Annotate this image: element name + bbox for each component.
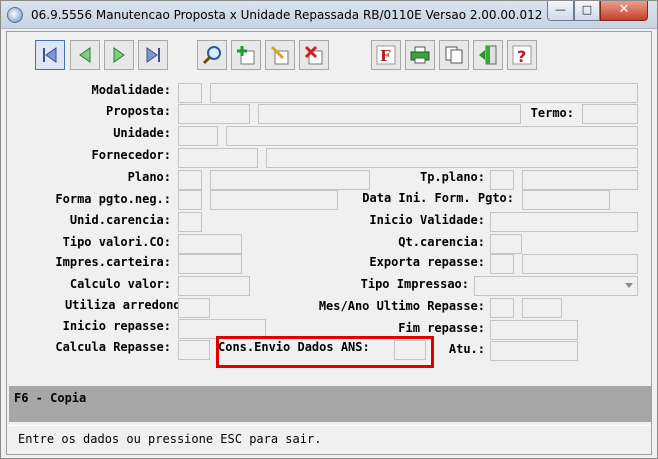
data-ini-form-pgto-field[interactable] (522, 190, 610, 210)
function-button[interactable]: F (371, 40, 401, 70)
mes-ano-ultimo-repasse-label: Mes/Ano Ultimo Repasse: (318, 299, 485, 313)
form-panel: F ? Modalidade: Proposta: Termo: Unidade… (6, 31, 652, 455)
edit-button[interactable] (265, 40, 295, 70)
ano-ultimo-repasse-field[interactable] (522, 298, 562, 318)
utiliza-arredond-field[interactable] (178, 298, 210, 318)
tipo-valori-co-field[interactable] (178, 234, 242, 254)
next-record-icon (113, 47, 125, 63)
tipo-impressao-select[interactable] (474, 276, 638, 296)
proposta-label: Proposta: (105, 104, 171, 118)
modalidade-label: Modalidade: (91, 83, 171, 97)
calcula-repasse-field[interactable] (178, 340, 210, 360)
exit-button[interactable] (473, 40, 503, 70)
fim-repasse-label: Fim repasse: (398, 321, 485, 335)
fornecedor-description-field (266, 148, 638, 168)
data-ini-form-pgto-label: Data Ini. Form. Pgto: (362, 191, 514, 205)
forma-pgto-description-field (210, 190, 338, 210)
impres-carteira-field[interactable] (178, 254, 242, 274)
window-title: 06.9.5556 Manutencao Proposta x Unidade … (31, 8, 620, 22)
qt-carencia-field[interactable] (490, 234, 522, 254)
forma-pgto-label: Forma pgto.neg.: (55, 192, 171, 206)
inicio-repasse-label: Inicio repasse: (62, 319, 171, 333)
title-bar[interactable]: 06.9.5556 Manutencao Proposta x Unidade … (1, 1, 657, 29)
copy-button[interactable] (439, 40, 469, 70)
qt-carencia-label: Qt.carencia: (398, 235, 485, 249)
edit-icon (270, 45, 289, 65)
first-record-button[interactable] (35, 40, 65, 70)
plano-description-field (210, 170, 370, 190)
delete-icon (304, 45, 323, 65)
utiliza-arredond-label: Utiliza arredond.: (64, 298, 195, 312)
plano-code-field[interactable] (178, 170, 202, 190)
add-icon (237, 46, 255, 65)
print-button[interactable] (405, 40, 435, 70)
search-icon (202, 46, 221, 65)
inicio-validade-field[interactable] (490, 212, 638, 232)
atu-field[interactable] (490, 341, 578, 361)
highlight-box (216, 336, 434, 368)
last-record-button[interactable] (138, 40, 168, 70)
tipo-impressao-label: Tipo Impressao: (360, 277, 469, 291)
fim-repasse-field[interactable] (490, 320, 578, 340)
unidade-description-field (226, 126, 638, 146)
status-bar: Entre os dados ou pressione ESC para sai… (9, 425, 651, 451)
unidade-code-field[interactable] (178, 126, 218, 146)
application-window: 06.9.5556 Manutencao Proposta x Unidade … (0, 0, 658, 459)
copy-icon (445, 46, 463, 64)
exporta-repasse-code-field[interactable] (490, 254, 514, 274)
calculo-valor-field[interactable] (178, 276, 250, 296)
forma-pgto-code-field[interactable] (178, 190, 202, 210)
function-key-hint: F6 - Copia (14, 391, 87, 405)
close-button[interactable]: ✕ (600, 1, 648, 21)
status-message: Entre os dados ou pressione ESC para sai… (18, 432, 322, 446)
previous-record-button[interactable] (70, 40, 100, 70)
minimize-button[interactable]: — (547, 1, 574, 21)
exporta-repasse-description-field (522, 254, 638, 274)
calcula-repasse-label: Calcula Repasse: (55, 340, 171, 354)
proposta-description-field (258, 104, 521, 124)
first-record-icon (43, 47, 57, 63)
tipo-valori-co-label: Tipo valori.CO: (62, 235, 171, 249)
last-record-icon (146, 47, 160, 63)
next-record-button[interactable] (104, 40, 134, 70)
maximize-button[interactable]: □ (574, 1, 600, 21)
inicio-validade-label: Inicio Validade: (369, 213, 485, 227)
atu-label: Atu.: (448, 342, 485, 356)
add-button[interactable] (231, 40, 261, 70)
impres-carteira-label: Impres.carteira: (55, 255, 171, 269)
proposta-field[interactable] (178, 104, 250, 124)
mes-ultimo-repasse-field[interactable] (490, 298, 514, 318)
print-icon (410, 46, 430, 64)
unidade-label: Unidade: (113, 126, 171, 140)
function-icon: F (376, 45, 396, 65)
tp-plano-label: Tp.plano: (419, 170, 485, 184)
calculo-valor-label: Calculo valor: (69, 277, 171, 291)
app-icon (7, 7, 23, 23)
termo-label: Termo: (530, 106, 574, 120)
delete-button[interactable] (299, 40, 329, 70)
chevron-down-icon[interactable] (625, 283, 633, 288)
help-icon: ? (512, 45, 532, 66)
modalidade-description-field (210, 83, 638, 103)
plano-label: Plano: (127, 170, 171, 184)
help-button[interactable]: ? (507, 40, 537, 70)
unid-carencia-label: Unid.carencia: (69, 213, 171, 227)
fornecedor-label: Fornecedor: (91, 148, 171, 162)
search-button[interactable] (197, 40, 227, 70)
unid-carencia-field[interactable] (178, 212, 202, 232)
tp-plano-description-field (522, 170, 638, 190)
previous-record-icon (79, 47, 91, 63)
termo-field[interactable] (582, 104, 638, 124)
svg-text:?: ? (517, 47, 526, 66)
svg-text:F: F (380, 47, 391, 65)
tp-plano-code-field[interactable] (490, 170, 514, 190)
modalidade-code-field[interactable] (178, 83, 202, 103)
function-key-bar: F6 - Copia (9, 386, 651, 422)
fornecedor-code-field[interactable] (178, 148, 258, 168)
exit-icon (479, 45, 497, 65)
exporta-repasse-label: Exporta repasse: (369, 255, 485, 269)
